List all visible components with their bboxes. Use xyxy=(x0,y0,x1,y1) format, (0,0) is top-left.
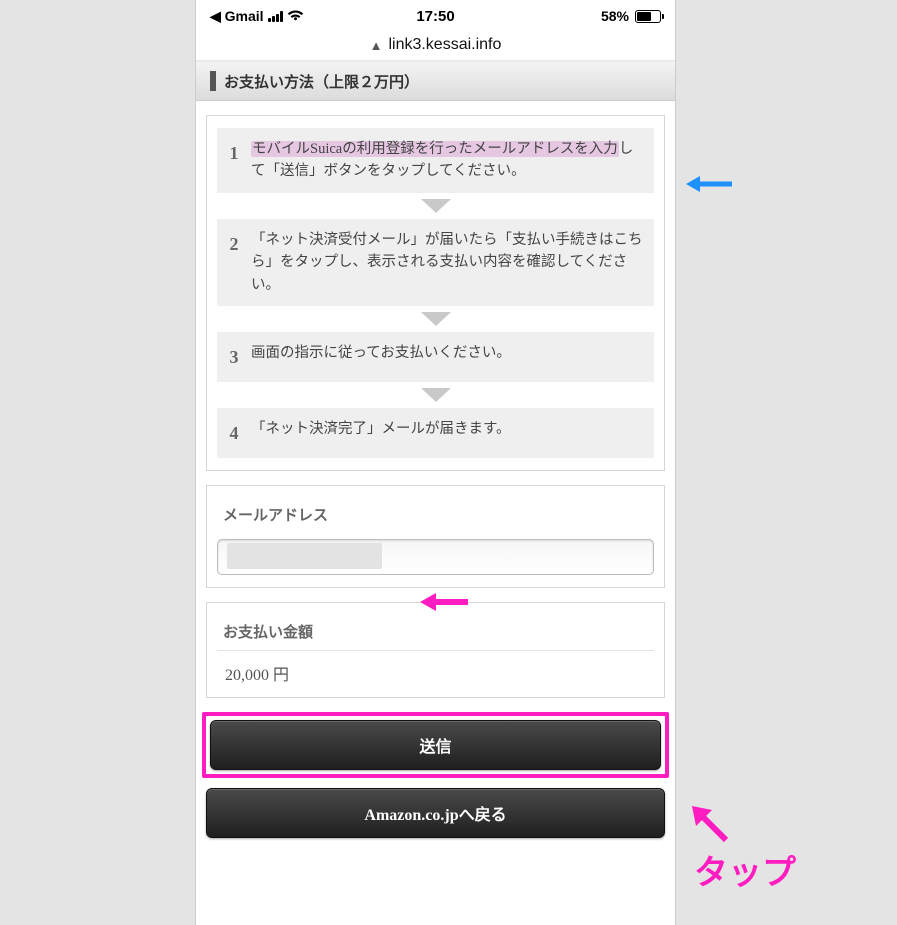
step-1: 1 モバイルSuicaの利用登録を行ったメールアドレスを入力して「送信」ボタンを… xyxy=(217,128,654,193)
phone-frame: ◀ Gmail 17:50 58% ▲ link3.kessai.info お支… xyxy=(196,0,675,925)
step-2: 2 「ネット決済受付メール」が届いたら「支払い手続きはこちら」をタップし、表示さ… xyxy=(217,219,654,306)
annotation-highlight-box: 送信 xyxy=(202,712,669,778)
email-card: メールアドレス xyxy=(206,485,665,588)
step-arrow-icon xyxy=(217,382,654,408)
email-label: メールアドレス xyxy=(217,498,654,539)
url-bar[interactable]: ▲ link3.kessai.info xyxy=(196,30,675,61)
url-text: link3.kessai.info xyxy=(388,36,501,54)
wifi-icon xyxy=(287,8,304,24)
email-input[interactable] xyxy=(217,539,654,575)
step-4: 4 「ネット決済完了」メールが届きます。 xyxy=(217,408,654,458)
battery-icon xyxy=(635,10,661,23)
section-header-payment-method: お支払い方法（上限２万円） xyxy=(196,61,675,101)
step-3: 3 画面の指示に従ってお支払いください。 xyxy=(217,332,654,382)
annotation-tap: タップ xyxy=(686,800,734,853)
back-to-amazon-button[interactable]: Amazon.co.jpへ戻る xyxy=(206,788,665,838)
battery-text: 58% xyxy=(601,8,629,24)
cellular-icon xyxy=(268,11,283,22)
back-to-app[interactable]: ◀ Gmail xyxy=(210,8,264,25)
status-bar: ◀ Gmail 17:50 58% xyxy=(196,0,675,30)
insecure-icon: ▲ xyxy=(370,38,383,53)
submit-button[interactable]: 送信 xyxy=(210,720,661,770)
step-arrow-icon xyxy=(217,306,654,332)
section-title: お支払い方法（上限２万円） xyxy=(224,71,419,92)
steps-card: 1 モバイルSuicaの利用登録を行ったメールアドレスを入力して「送信」ボタンを… xyxy=(206,115,665,471)
annotation-arrow-blue xyxy=(686,170,734,203)
annotation-arrow-pink-input xyxy=(420,588,470,621)
amount-value: 20,000 円 xyxy=(217,651,654,689)
step-arrow-icon xyxy=(217,193,654,219)
annotation-tap-label: タップ xyxy=(694,845,796,894)
